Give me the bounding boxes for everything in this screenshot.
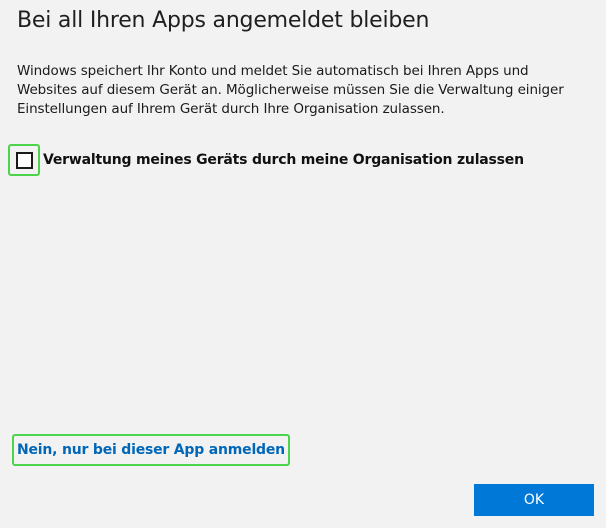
allow-management-checkbox-row[interactable]: Verwaltung meines Geräts durch meine Org… [8,144,524,176]
app-only-signin-link[interactable]: Nein, nur bei dieser App anmelden [17,442,285,458]
checkbox-focus-outline[interactable] [8,144,40,176]
ok-button[interactable]: OK [474,484,594,516]
checkbox-label[interactable]: Verwaltung meines Geräts durch meine Org… [43,152,524,168]
dialog-title: Bei all Ihren Apps angemeldet bleiben [17,8,430,33]
allow-management-checkbox[interactable] [15,151,33,169]
app-only-link-focus-outline[interactable]: Nein, nur bei dieser App anmelden [12,434,290,466]
dialog-description: Windows speichert Ihr Konto und meldet S… [17,63,564,117]
